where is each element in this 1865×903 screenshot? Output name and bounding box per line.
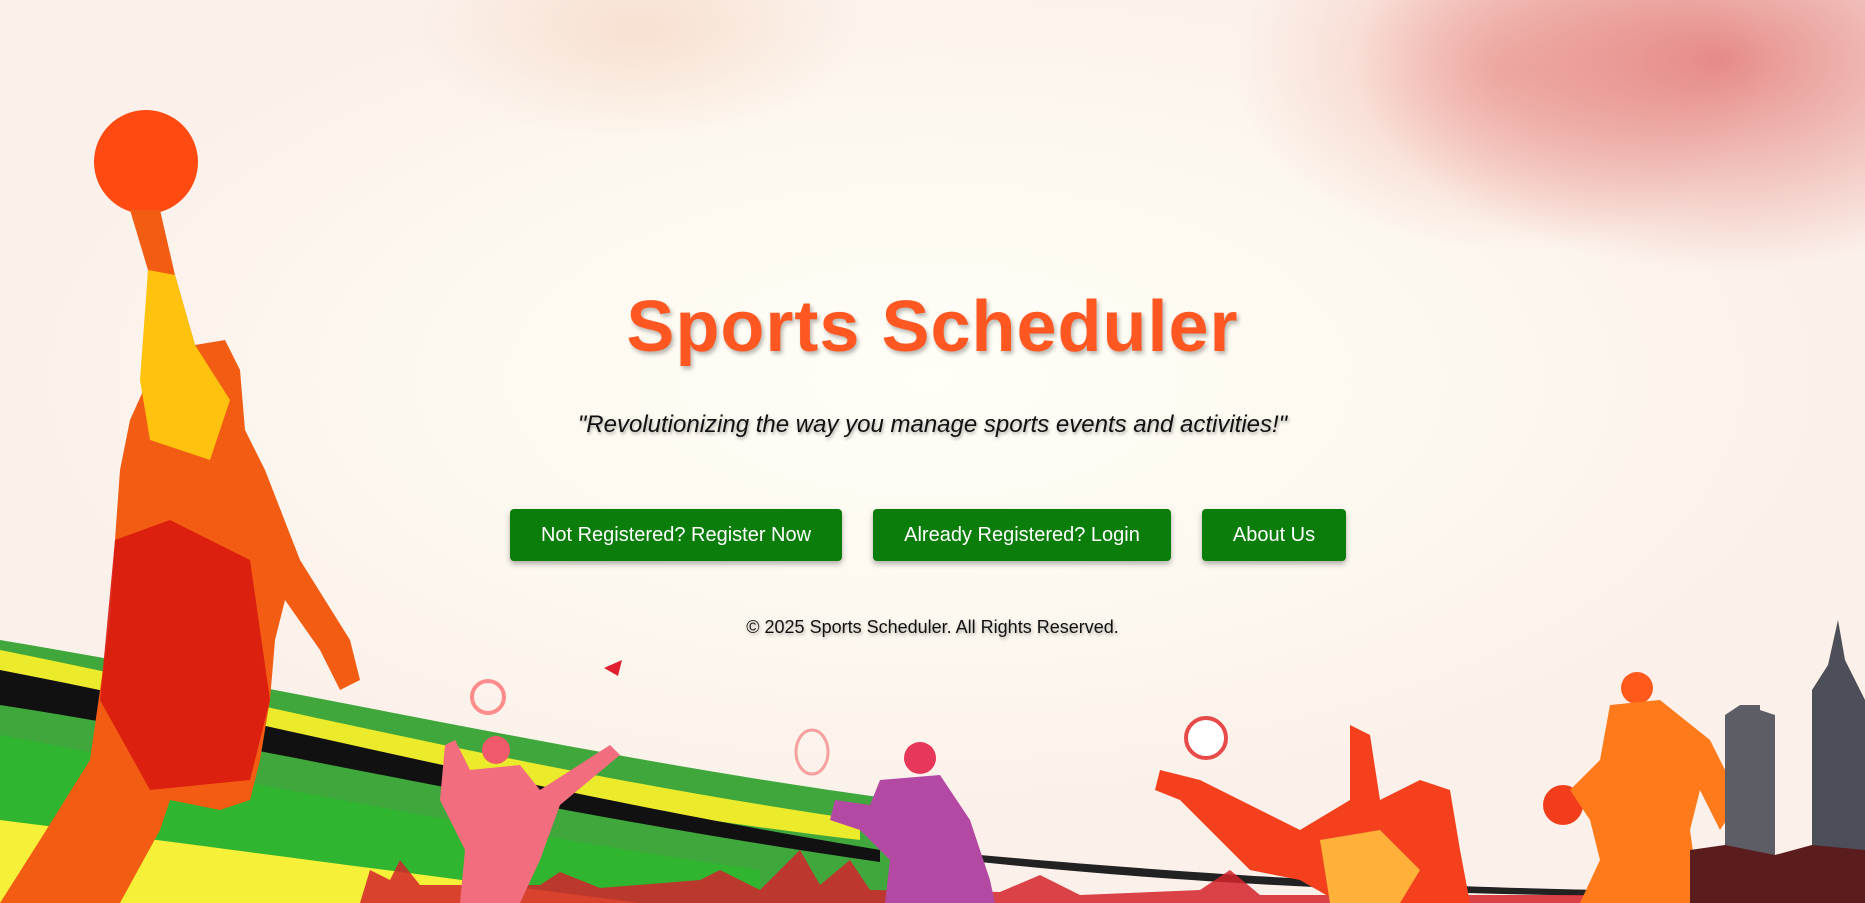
login-button[interactable]: Already Registered? Login (873, 509, 1171, 561)
page-title: Sports Scheduler (626, 287, 1239, 367)
register-button[interactable]: Not Registered? Register Now (510, 509, 842, 561)
copyright-footer: © 2025 Sports Scheduler. All Rights Rese… (746, 617, 1119, 637)
landing-page: Sports Scheduler "Revolutionizing the wa… (0, 0, 1865, 903)
hero-section: Sports Scheduler "Revolutionizing the wa… (0, 0, 1865, 903)
tagline: "Revolutionizing the way you manage spor… (577, 411, 1288, 438)
about-us-button[interactable]: About Us (1202, 509, 1346, 561)
